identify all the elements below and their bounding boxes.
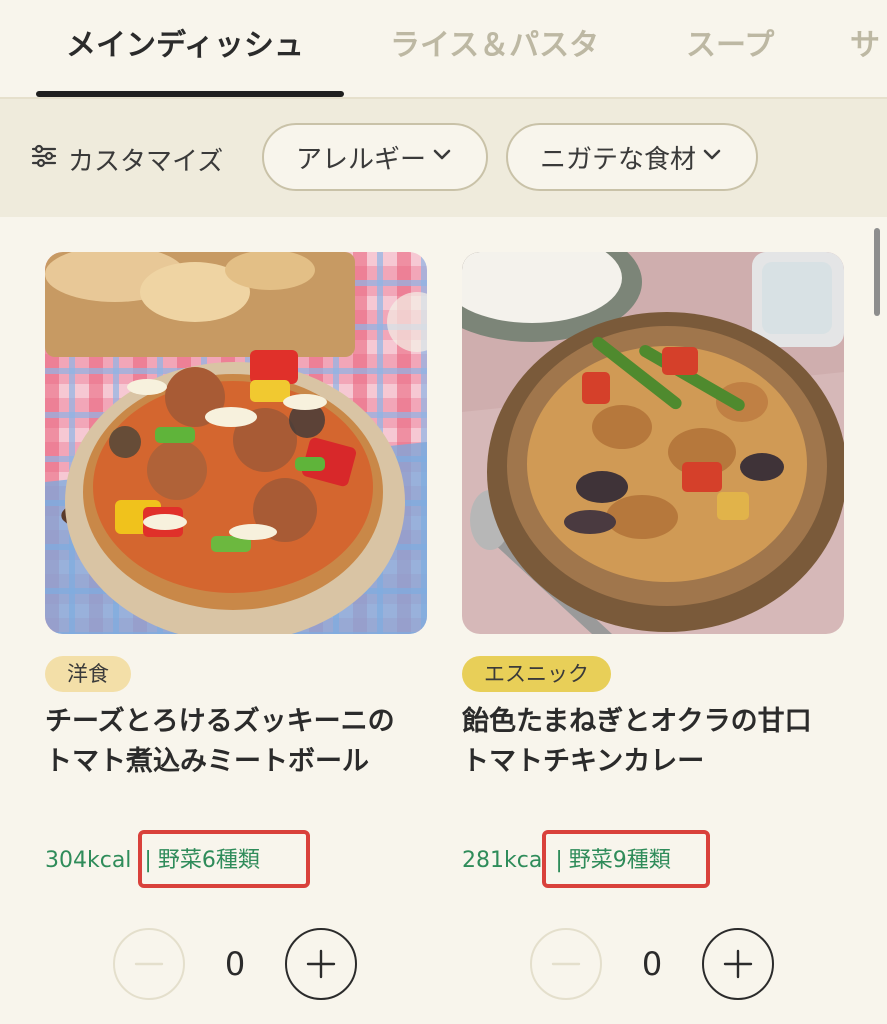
dish-title[interactable]: 飴色たまねぎとオクラの甘口トマトチキンカレー bbox=[462, 702, 834, 782]
highlight-box bbox=[138, 830, 310, 888]
decrease-button[interactable] bbox=[530, 928, 602, 1000]
quantity-value: 0 bbox=[224, 945, 246, 983]
increase-button[interactable] bbox=[285, 928, 357, 1000]
customize-label: カスタマイズ bbox=[68, 146, 224, 177]
cuisine-tag: エスニック bbox=[462, 656, 611, 692]
meatball-dish-image[interactable] bbox=[45, 252, 427, 634]
increase-button[interactable] bbox=[702, 928, 774, 1000]
minus-icon bbox=[551, 962, 581, 966]
sliders-icon bbox=[30, 142, 58, 177]
minus-icon bbox=[134, 962, 164, 966]
tab-next-partial[interactable]: サ bbox=[850, 22, 880, 70]
quantity-stepper: 0 bbox=[113, 928, 361, 1000]
highlight-box bbox=[542, 830, 710, 888]
disliked-ingredients-filter-label: ニガテな食材 bbox=[539, 144, 696, 175]
quantity-stepper: 0 bbox=[530, 928, 778, 1000]
decrease-button[interactable] bbox=[113, 928, 185, 1000]
tab-rice-pasta[interactable]: ライス＆パスタ bbox=[390, 22, 599, 70]
tab-soup[interactable]: スープ bbox=[686, 22, 774, 70]
dish-title[interactable]: チーズとろけるズッキーニのトマト煮込みミートボール bbox=[45, 702, 417, 782]
scrollbar[interactable] bbox=[874, 228, 880, 316]
customize-button[interactable]: カスタマイズ bbox=[30, 139, 223, 179]
calories: 304kcal bbox=[45, 848, 132, 873]
allergy-filter-button[interactable]: アレルギー bbox=[262, 123, 488, 191]
filter-bar: カスタマイズ アレルギー ニガテな食材 bbox=[0, 99, 887, 217]
cuisine-tag: 洋食 bbox=[45, 656, 131, 692]
menu-card: エスニック 飴色たまねぎとオクラの甘口トマトチキンカレー 281kca | 野菜9… bbox=[462, 252, 844, 1000]
category-tabs: メインディッシュ ライス＆パスタ スープ サ bbox=[0, 0, 887, 99]
chevron-down-icon bbox=[700, 142, 724, 173]
plus-icon bbox=[723, 949, 753, 979]
plus-icon bbox=[306, 949, 336, 979]
allergy-filter-label: アレルギー bbox=[295, 144, 426, 175]
curry-dish-image[interactable] bbox=[462, 252, 844, 634]
quantity-value: 0 bbox=[641, 945, 663, 983]
menu-card: 洋食 チーズとろけるズッキーニのトマト煮込みミートボール 304kcal | 野菜… bbox=[45, 252, 427, 1000]
calories: 281kca bbox=[462, 848, 543, 873]
tab-main-dish[interactable]: メインディッシュ bbox=[66, 22, 304, 70]
disliked-ingredients-filter-button[interactable]: ニガテな食材 bbox=[506, 123, 758, 191]
chevron-down-icon bbox=[430, 142, 454, 173]
